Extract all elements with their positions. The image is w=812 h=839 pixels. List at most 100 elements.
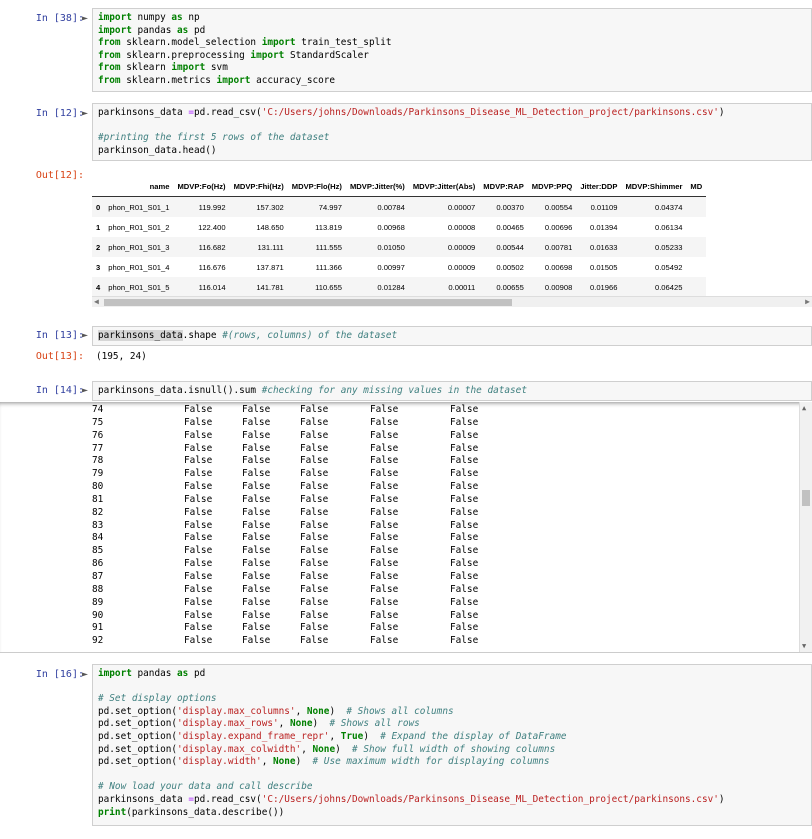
null-flag: False	[300, 468, 329, 480]
table-cell: 0.01284	[345, 277, 409, 297]
null-flag: False	[370, 558, 399, 570]
code-input[interactable]: import numpy as np import pandas as pd fro…	[92, 8, 812, 92]
list-item: 83 False False False False False	[92, 520, 510, 533]
run-cell-icon[interactable]: ►	[82, 669, 88, 680]
code-token: ,	[261, 756, 273, 768]
null-flag: False	[450, 558, 479, 570]
table-cell: 0.00009	[408, 237, 480, 257]
code-token: None	[273, 756, 296, 768]
null-flag: False	[450, 545, 479, 557]
table-cell: 0.00784	[345, 196, 409, 217]
isnull-rows: 74 False False False False False 75 False False F…	[92, 404, 510, 648]
scroll-right-icon[interactable]: ▶	[805, 297, 810, 307]
code-token: StandardScaler	[289, 49, 369, 61]
null-flag: False	[242, 532, 271, 544]
run-cell-icon[interactable]: ►	[82, 385, 88, 396]
null-flag: False	[184, 429, 213, 441]
table-cell: 0.00502	[496, 262, 524, 272]
table-cell: 131.111	[229, 237, 288, 257]
run-cell-icon[interactable]: ►	[82, 108, 88, 119]
code-token: )	[295, 756, 313, 768]
code-token: import	[261, 37, 302, 49]
table-cell: 0.00997	[377, 262, 405, 272]
list-item: 79 False False False False False	[92, 468, 510, 481]
code-token: pd.read_csv(	[193, 107, 262, 118]
column-header: Jitter:DDP	[576, 176, 622, 197]
list-item: 74 False False False False False	[92, 404, 510, 417]
list-item: 86 False False False False False	[92, 558, 510, 571]
table-cell: phon_R01_S01_1	[104, 196, 174, 217]
list-item: 76 False False False False False	[92, 430, 510, 443]
null-flag: False	[300, 622, 329, 634]
code-token: # Shows all columns	[346, 705, 454, 717]
table-cell: phon_R01_S01_5	[104, 277, 174, 297]
input-prompt: In [12]:	[35, 108, 84, 119]
row-index: 91	[92, 622, 104, 634]
null-flag: False	[370, 429, 399, 441]
null-flag: False	[370, 493, 399, 505]
column-header	[92, 176, 105, 197]
null-flag: False	[300, 404, 329, 415]
null-flag: False	[242, 558, 271, 570]
isnull-output-scroll-area[interactable]: 74 False False False False False 75 False False F…	[0, 402, 812, 653]
code-token: pd.read_csv(	[193, 793, 262, 805]
scroll-left-icon[interactable]: ◀	[94, 297, 99, 307]
row-index: 84	[92, 532, 104, 544]
null-flag: False	[370, 506, 399, 518]
vertical-scrollbar[interactable]: ▲ ▼	[799, 402, 812, 652]
null-flag: False	[450, 622, 479, 634]
null-flag: False	[450, 468, 479, 480]
code-token: True	[340, 730, 364, 742]
row-index: 87	[92, 570, 104, 582]
null-flag: False	[242, 596, 271, 608]
table-cell: phon_R01_S01_2	[108, 222, 170, 232]
code-input[interactable]: import pandas as pd # Set display options…	[92, 664, 812, 826]
table-cell: 0.00781	[527, 237, 577, 257]
null-flag: False	[242, 468, 271, 480]
code-token: 'display.expand_frame_repr'	[177, 730, 330, 742]
table-cell	[686, 257, 706, 277]
row-index: 79	[92, 468, 104, 480]
table-cell: 0.06425	[621, 277, 687, 297]
table-cell: 111.555	[287, 237, 346, 257]
code-token: 'display.max_colwidth'	[177, 743, 302, 755]
run-cell-icon[interactable]: ►	[82, 13, 88, 24]
scroll-down-icon[interactable]: ▼	[802, 642, 806, 650]
null-flag: False	[184, 622, 213, 634]
code-token: )	[312, 718, 330, 730]
code-token: pd	[193, 24, 206, 36]
null-flag: False	[300, 506, 329, 518]
null-flag: False	[450, 429, 479, 441]
code-token: sklearn	[126, 62, 172, 74]
code-line: import pandas as pd	[98, 25, 806, 38]
code-input[interactable]: parkinsons_data =pd.read_csv('C:/Users/j…	[92, 103, 812, 161]
list-item: 88 False False False False False	[92, 584, 510, 597]
code-line: import pandas as pd	[98, 668, 806, 681]
list-item: 82 False False False False False	[92, 507, 510, 520]
code-token: import	[98, 24, 138, 36]
run-cell-icon[interactable]: ►	[82, 330, 88, 341]
list-item: 90 False False False False False	[92, 610, 510, 623]
null-flag: False	[242, 481, 271, 493]
code-token: 'display.max_columns'	[177, 705, 296, 717]
code-token: pd.set_option(	[98, 718, 178, 730]
scrollbar-thumb[interactable]	[104, 299, 512, 306]
code-line: parkinsons_data =pd.read_csv('C:/Users/j…	[98, 107, 806, 120]
table-cell	[686, 196, 707, 217]
null-flag: False	[450, 481, 479, 493]
scroll-up-icon[interactable]: ▲	[802, 404, 806, 412]
null-flag: False	[184, 596, 213, 608]
code-input[interactable]: parkinsons_data.isnull().sum #checking f…	[92, 381, 812, 401]
code-input[interactable]: parkinsons_data.shape #(rows, columns) o…	[92, 326, 812, 346]
scrollbar-thumb[interactable]	[802, 490, 810, 506]
list-item: 77 False False False False False	[92, 443, 510, 456]
null-flag: False	[184, 519, 213, 531]
null-flag: False	[300, 519, 329, 531]
table-cell: 0.00011	[408, 277, 480, 297]
null-flag: False	[450, 442, 479, 454]
horizontal-scrollbar[interactable]: ◀ ▶	[92, 296, 812, 307]
code-line: from sklearn import svm	[98, 62, 806, 75]
table-cell: 0.05233	[621, 237, 687, 257]
code-token: )	[718, 793, 725, 805]
code-token: import	[171, 62, 211, 74]
